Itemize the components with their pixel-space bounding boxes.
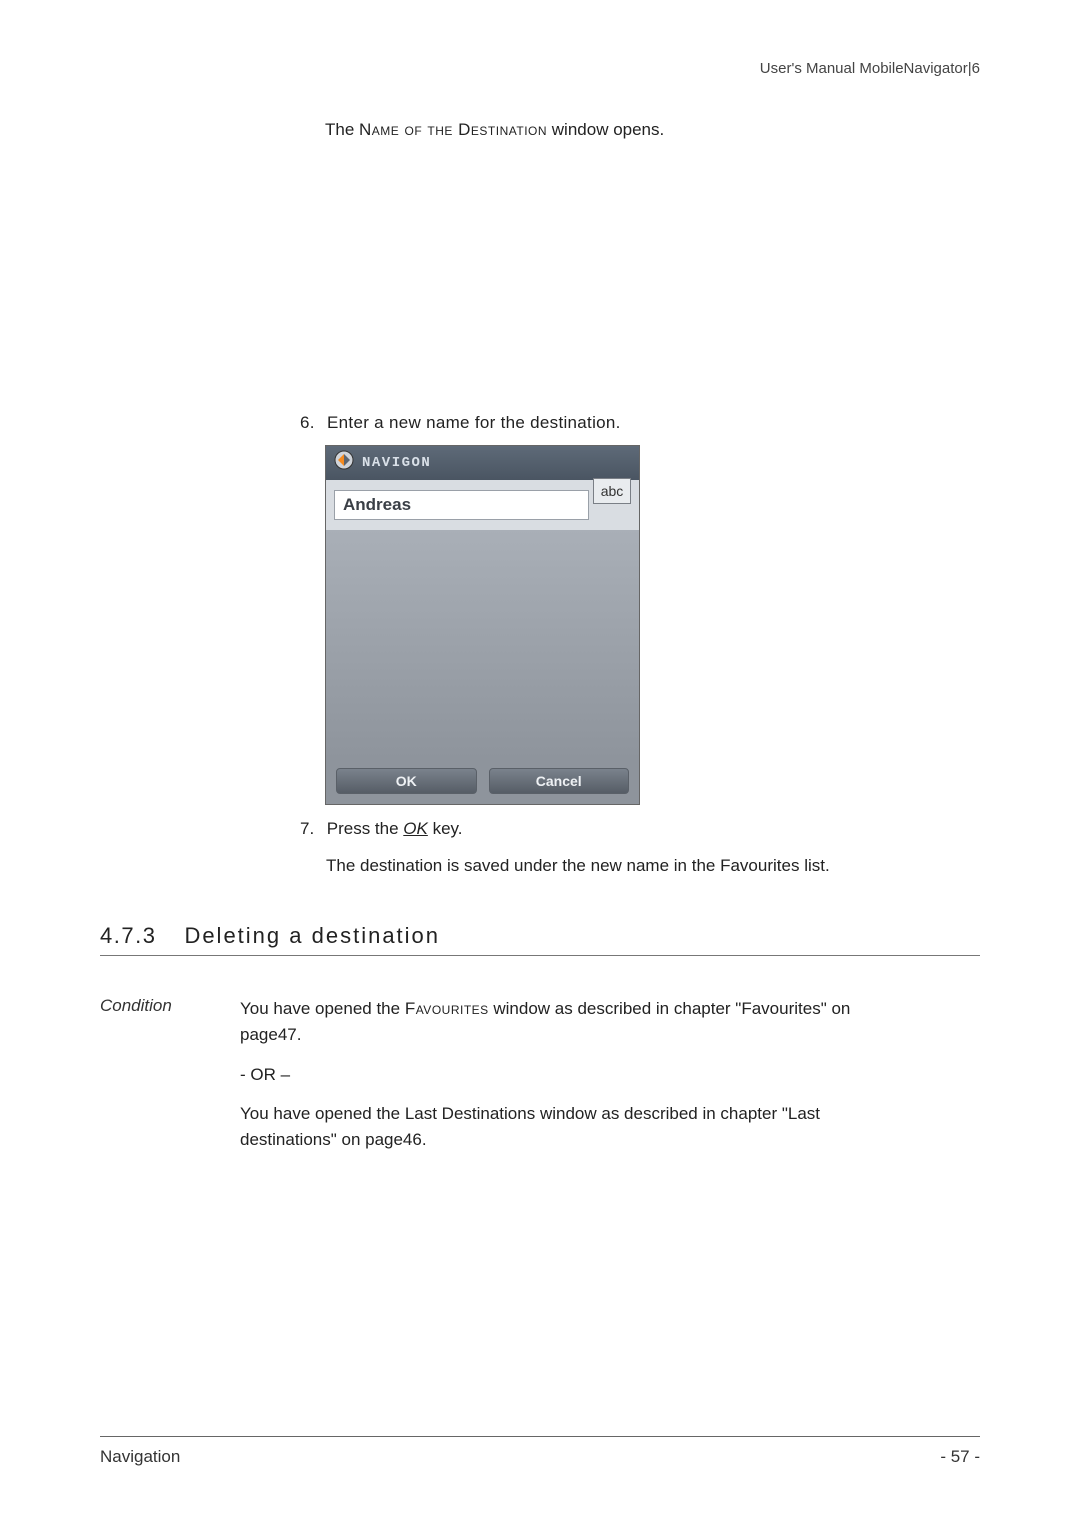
device-frame: NAVIGON Andreas abc OK Cancel xyxy=(325,445,640,805)
device-screenshot: NAVIGON Andreas abc OK Cancel xyxy=(325,445,640,805)
destination-name-value: Andreas xyxy=(343,495,411,515)
condition-1-prefix: You have opened the xyxy=(240,999,405,1018)
step-7-suffix: key. xyxy=(428,819,463,838)
keyboard-mode-button[interactable]: abc xyxy=(593,478,631,504)
ok-key-reference: OK xyxy=(403,819,428,838)
keyboard-mode-label: abc xyxy=(601,483,624,499)
ok-button-label: OK xyxy=(396,773,417,789)
footer-left: Navigation xyxy=(100,1447,180,1467)
step-6-number: 6. xyxy=(300,413,322,433)
condition-1-smallcaps: Favourites xyxy=(405,999,489,1018)
section-number: 4.7.3 xyxy=(100,923,156,949)
condition-1: You have opened the Favourites window as… xyxy=(240,996,880,1049)
footer-page-number: - 57 - xyxy=(940,1447,980,1467)
device-middle-area xyxy=(326,530,639,760)
condition-label: Condition xyxy=(100,996,240,1049)
intro-window-name: Name of the Destination xyxy=(359,120,547,139)
condition-or: - OR – xyxy=(240,1065,980,1085)
step-6-text: Enter a new name for the destination. xyxy=(327,413,621,432)
condition-2: You have opened the Last Destinations wi… xyxy=(240,1101,880,1154)
page-footer: Navigation - 57 - xyxy=(100,1436,980,1467)
intro-sentence: The Name of the Destination window opens… xyxy=(325,117,980,143)
favourites-smallcaps: Favourites xyxy=(720,856,799,875)
navigon-logo-icon xyxy=(334,450,354,475)
device-input-row: Andreas abc xyxy=(326,480,639,530)
condition-2-smallcaps: Last Destinations xyxy=(405,1104,535,1123)
step-7-number: 7. xyxy=(300,819,322,839)
cancel-button-label: Cancel xyxy=(536,773,582,789)
condition-block: Condition You have opened the Favourites… xyxy=(100,996,980,1049)
saved-confirmation: The destination is saved under the new n… xyxy=(326,853,976,879)
saved-prefix: The destination is saved under the new n… xyxy=(326,856,720,875)
device-button-row: OK Cancel xyxy=(326,760,639,804)
intro-prefix: The xyxy=(325,120,359,139)
document-page: User's Manual MobileNavigator|6 The Name… xyxy=(0,0,1080,1527)
section-heading: 4.7.3 Deleting a destination xyxy=(100,923,980,956)
page-header-right: User's Manual MobileNavigator|6 xyxy=(100,60,980,77)
step-7-prefix: Press the xyxy=(327,819,404,838)
destination-name-input[interactable]: Andreas xyxy=(334,490,589,520)
step-7: 7. Press the OK key. xyxy=(300,819,980,839)
device-titlebar: NAVIGON xyxy=(326,446,639,480)
device-brand-label: NAVIGON xyxy=(362,455,431,471)
condition-2-prefix: You have opened the xyxy=(240,1104,405,1123)
ok-button[interactable]: OK xyxy=(336,768,477,794)
section-title: Deleting a destination xyxy=(184,923,440,949)
figure-placeholder xyxy=(100,143,980,403)
cancel-button[interactable]: Cancel xyxy=(489,768,630,794)
saved-suffix: list. xyxy=(799,856,829,875)
intro-suffix: window opens. xyxy=(547,120,664,139)
step-6: 6. Enter a new name for the destination. xyxy=(300,413,980,433)
